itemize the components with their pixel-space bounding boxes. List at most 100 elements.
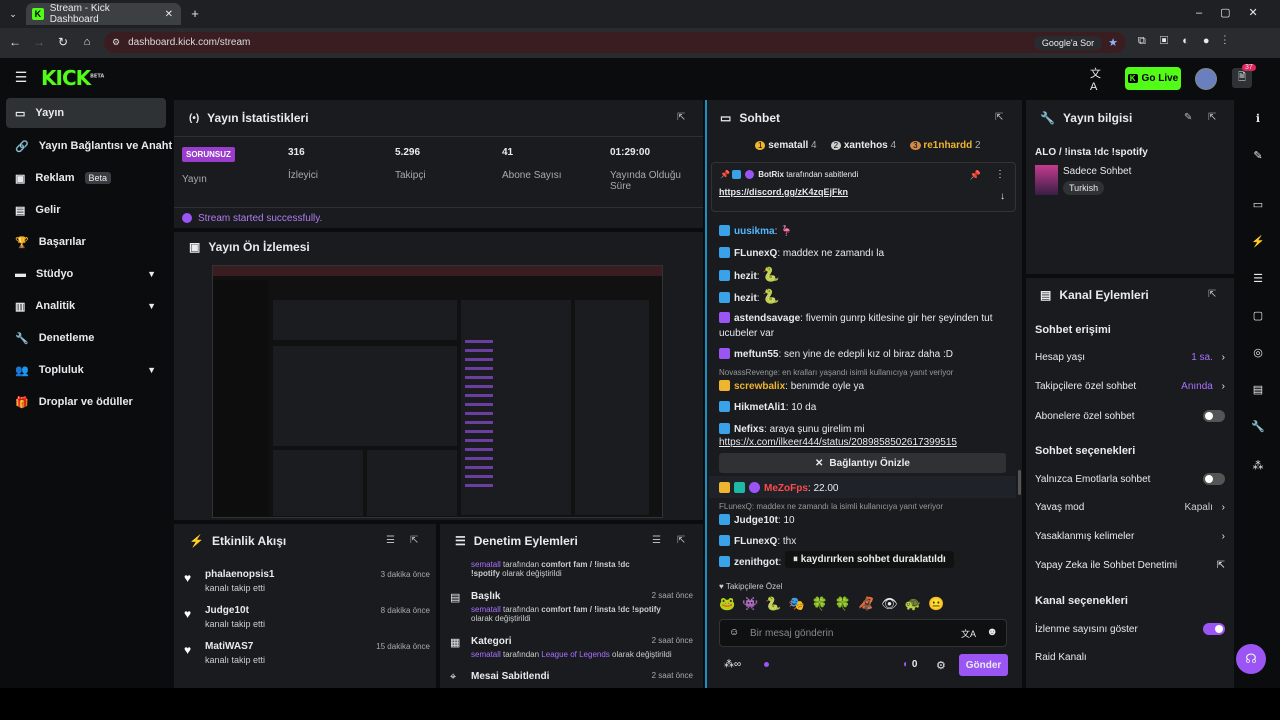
pencil-icon[interactable]: ✎: [1250, 147, 1266, 163]
reply-context: NovassRevenge: en kralları yaşandı isiml…: [719, 368, 954, 377]
users-icon[interactable]: ⁂∞: [724, 659, 741, 670]
link-icon: 🔗: [15, 140, 29, 153]
go-live-button[interactable]: K Go Live: [1125, 67, 1181, 90]
chevron-down-icon: ▼: [147, 365, 156, 375]
filter-icon[interactable]: ☰: [386, 535, 395, 546]
url-input[interactable]: ⚙ dashboard.kick.com/stream Google'a Sor…: [104, 32, 1126, 53]
chat-scrollbar[interactable]: [1018, 470, 1021, 495]
sidebar-item-reklam[interactable]: ▣ Reklam Beta: [6, 163, 166, 193]
viewcount-toggle[interactable]: [1203, 623, 1225, 635]
popout-icon[interactable]: ⇱: [1208, 112, 1216, 123]
translate-icon[interactable]: 文A: [961, 627, 976, 640]
actions-icon[interactable]: ▤: [1250, 381, 1266, 397]
filter-icon[interactable]: ☰: [652, 535, 661, 546]
setting-view-count[interactable]: İzlenme sayısını göster: [1035, 623, 1225, 635]
preview-link-button[interactable]: ✕ Bağlantıyı Önizle: [719, 453, 1006, 473]
sidebar-item-denetleme[interactable]: 🔧 Denetleme: [6, 323, 166, 353]
chat-message: screwbalix: benımde oyle ya: [719, 379, 1009, 394]
help-support-icon[interactable]: ☊: [1236, 644, 1266, 674]
setting-subs-chat[interactable]: Abonelere özel sohbet: [1035, 410, 1225, 422]
user-avatar[interactable]: [1195, 68, 1217, 90]
back-icon[interactable]: ←: [8, 35, 22, 49]
sidebar-item-stream-key[interactable]: 🔗 Yayın Bağlantısı ve Anahtar: [6, 131, 172, 161]
setting-slow-mode[interactable]: Yavaş mod Kapalı ›: [1035, 502, 1225, 513]
setting-banned-words[interactable]: Yasaklanmış kelimeler ›: [1035, 531, 1225, 542]
notifications-icon[interactable]: 🗎: [1232, 68, 1252, 88]
sidebar-item-basarilar[interactable]: 🏆 Başarılar: [6, 227, 166, 257]
stream-widget-icon[interactable]: ▭: [1250, 196, 1266, 212]
users-icon[interactable]: ⁂: [1250, 457, 1266, 473]
preview-browser-bar: [213, 266, 662, 276]
activity-row: ♥ Judge10t kanalı takip etti 8 dakika önce: [184, 605, 430, 629]
sidebar-item-topluluk[interactable]: 👥 Topluluk ▼: [6, 355, 166, 385]
chevron-down-icon: ▼: [147, 269, 156, 279]
check-icon: [182, 213, 192, 223]
chat-paused-banner[interactable]: ⏸ kaydırırken sohbet duraklatıldı: [785, 551, 954, 568]
list-icon[interactable]: ☰: [1250, 270, 1266, 286]
forward-icon[interactable]: →: [32, 35, 46, 49]
chat-input[interactable]: ☺ Bir mesaj gönderin 文A ☻: [719, 619, 1007, 647]
sidebar-item-gelir[interactable]: ▤ Gelir: [6, 195, 166, 225]
section-chat-access: Sohbet erişimi: [1035, 324, 1111, 336]
kick-logo[interactable]: KICKBETA: [41, 66, 104, 90]
broadcast-icon[interactable]: ◎: [1250, 344, 1266, 360]
extension-icons[interactable]: ⧉▣◐●⋮: [1138, 35, 1240, 48]
chat-icon[interactable]: ▢: [1250, 307, 1266, 323]
gift-icon: 🎁: [15, 396, 29, 409]
setting-followers-chat[interactable]: Takipçilere özel sohbet Anında ›: [1035, 381, 1225, 392]
preview-mini-preview: [273, 346, 457, 446]
unpin-icon[interactable]: 📌: [970, 170, 981, 181]
chat-message: FLunexQ: maddex ne zamandı la: [719, 246, 1009, 261]
pinned-link[interactable]: https://discord.gg/zK4zqEjFkn: [719, 187, 848, 197]
pinned-message[interactable]: 📌 BotRix tarafından sabitlendi https://d…: [711, 162, 1016, 212]
bookmark-star-icon[interactable]: ★: [1108, 36, 1118, 49]
wrench-icon[interactable]: 🔧: [1250, 418, 1266, 434]
subs-toggle[interactable]: [1203, 410, 1225, 422]
settings-gear-icon[interactable]: ⚙: [936, 659, 946, 672]
send-button[interactable]: Gönder: [959, 654, 1008, 676]
new-tab-icon[interactable]: +: [188, 6, 202, 21]
popout-icon[interactable]: ⇱: [995, 112, 1003, 123]
browser-tab[interactable]: K Stream - Kick Dashboard ✕: [26, 3, 181, 25]
popout-icon[interactable]: ⇱: [410, 535, 418, 546]
setting-raid[interactable]: Raid Kanalı: [1035, 652, 1225, 663]
info-icon[interactable]: ℹ: [1250, 110, 1266, 126]
site-info-icon[interactable]: ⚙: [112, 37, 120, 48]
chat-link[interactable]: https://x.com/ilkeer444/status/208985850…: [719, 437, 957, 448]
bolt-icon[interactable]: ⚡: [1250, 233, 1266, 249]
preview-stats: [273, 300, 457, 340]
tab-search-icon[interactable]: ⌄: [6, 7, 20, 21]
emote: 🦩: [780, 226, 793, 237]
emote-toggle[interactable]: [1203, 473, 1225, 485]
chat-message: astendsavage: fivemin gunrp kitlesine gi…: [719, 312, 993, 339]
stream-preview-video[interactable]: [212, 265, 663, 518]
reload-icon[interactable]: ↻: [56, 35, 70, 49]
tag-chip: Turkish: [1063, 181, 1105, 195]
emote-bar[interactable]: 🐸👾🐍🎭🍀🍀🦧👁🐢😐: [719, 596, 951, 612]
status-dot: [764, 662, 769, 667]
popout-icon[interactable]: ⇱: [1208, 289, 1216, 300]
stream-status: SORUNSUZ Yayın: [182, 147, 235, 185]
popout-icon[interactable]: ⇱: [677, 112, 685, 123]
emoji-icon[interactable]: ☻: [986, 626, 998, 638]
setting-emote-only[interactable]: Yalnızca Emotlarla sohbet: [1035, 473, 1225, 485]
pinned-by: 📌 BotRix tarafından sabitlendi: [720, 170, 859, 179]
setting-ai-moderation[interactable]: Yapay Zeka ile Sohbet Denetimi ⇱: [1035, 560, 1225, 571]
translate-icon[interactable]: 文A: [1090, 68, 1106, 93]
popout-icon[interactable]: ⇱: [677, 535, 685, 546]
sidebar-item-analitik[interactable]: ▥ Analitik ▼: [6, 291, 166, 321]
sidebar-item-droplar[interactable]: 🎁 Droplar ve ödüller: [6, 387, 166, 417]
sidebar-item-studyo[interactable]: ▬ Stüdyo ▼: [6, 259, 166, 289]
window-controls[interactable]: –▢✕: [1196, 6, 1276, 19]
expand-icon[interactable]: ↓: [1000, 191, 1005, 202]
home-icon[interactable]: ⌂: [80, 35, 94, 49]
stream-icon: ▭: [15, 107, 26, 120]
close-tab-icon[interactable]: ✕: [165, 9, 173, 20]
edit-pencil-icon[interactable]: ✎: [1184, 112, 1192, 123]
sidebar-item-yayin[interactable]: ▭ Yayın: [6, 98, 166, 128]
hamburger-menu-icon[interactable]: ☰: [14, 69, 28, 85]
setting-account-age[interactable]: Hesap yaşı 1 sa. ›: [1035, 352, 1225, 363]
more-icon[interactable]: ⋮: [995, 169, 1005, 180]
google-ask-chip[interactable]: Google'a Sor: [1033, 35, 1103, 50]
notification-count-badge: 37: [1242, 64, 1256, 71]
